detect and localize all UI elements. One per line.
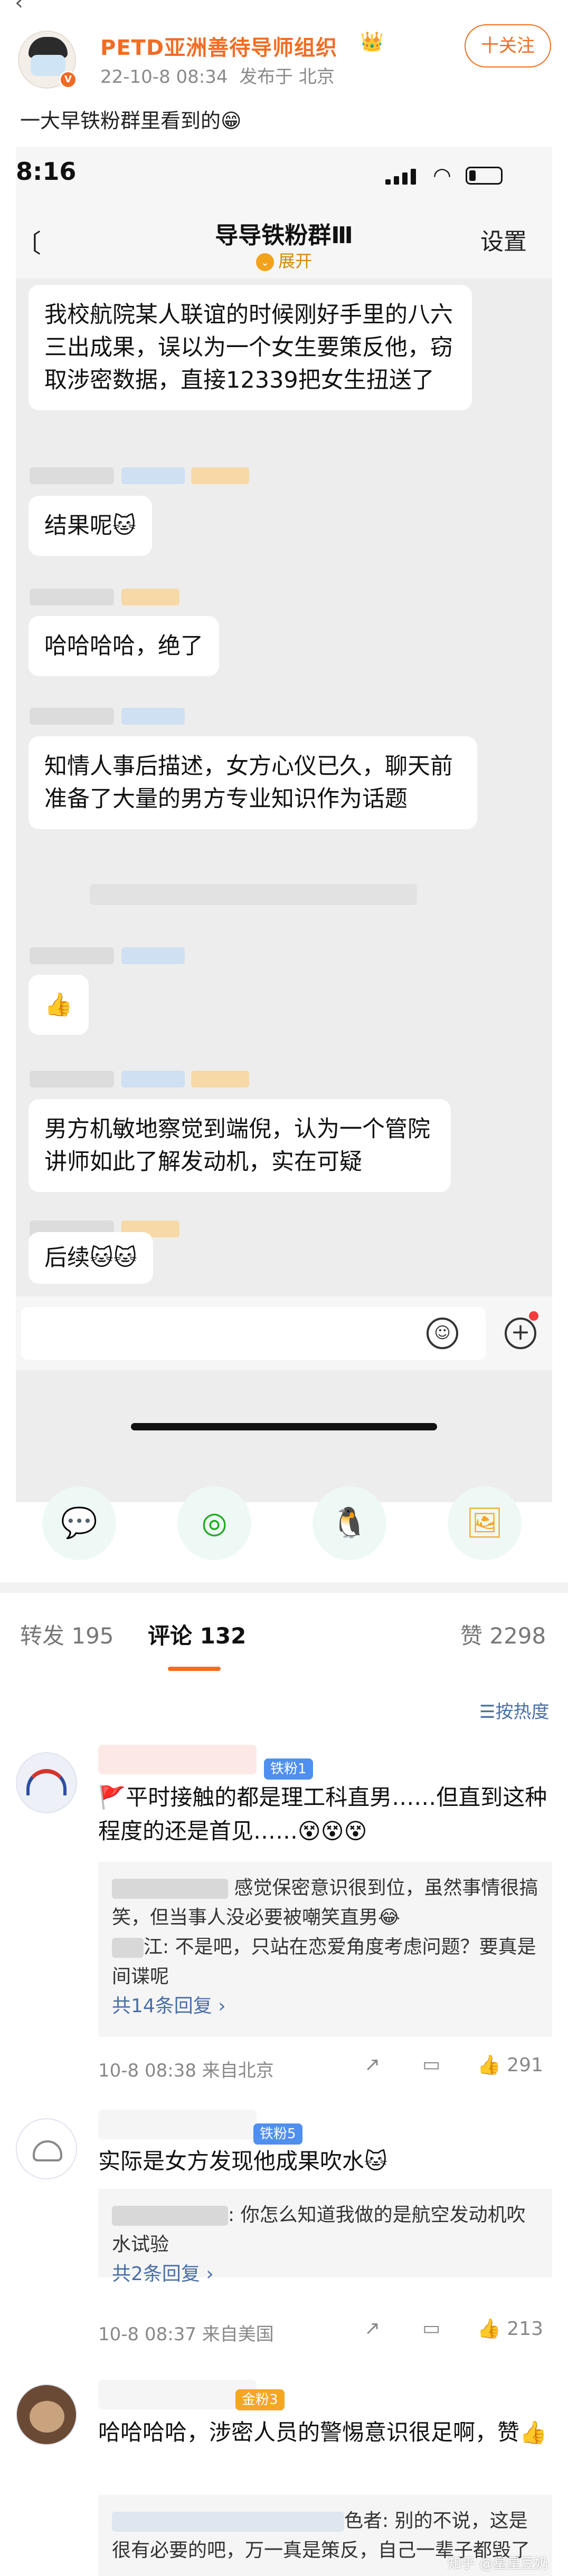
reply-author-blurred (112, 2206, 228, 2226)
expand-label: 展开 (278, 251, 312, 271)
sender-name-blurred (30, 947, 114, 964)
sender-name-blurred (30, 708, 114, 725)
chat-message: 知情人事后描述，女方心仪已久，聊天前准备了大量的男方专业知识作为话题 (29, 736, 477, 829)
sender-tag-blurred (191, 1071, 249, 1088)
group-title[interactable]: 导导铁粉群Ⅲ (16, 216, 552, 250)
commenter-name-blurred[interactable] (98, 1745, 257, 1774)
sender-tag-blurred (121, 947, 185, 964)
plus-icon[interactable]: + (505, 1318, 536, 1349)
tab-repost[interactable]: 转发 195 (20, 1618, 114, 1650)
chat-input-bar: ☺ + (16, 1296, 552, 1370)
reply-icon[interactable]: ▭ (422, 2054, 440, 2075)
crown-icon: 👑 (360, 31, 384, 53)
sender-tag-blurred (121, 708, 185, 725)
reply-box[interactable]: 感觉保密意识很到位，虽然事情很搞笑，但当事人没必要被嘲笑直男😂 江: 不是吧，只… (98, 1862, 552, 2037)
chat-input[interactable] (21, 1307, 486, 1360)
avatar-dog-face (30, 2401, 64, 2433)
commenter-name-blurred[interactable] (98, 2110, 257, 2139)
wifi-icon: ◠ (433, 164, 451, 188)
signal-icon (385, 168, 417, 185)
sender-name-blurred (30, 1071, 114, 1088)
watermark: 知乎 @星星豆奶 (448, 2556, 548, 2572)
sender-tag-blurred (191, 467, 249, 484)
moments-icon[interactable]: ◎ (177, 1486, 251, 1560)
avatar-cat-outline (33, 2140, 62, 2161)
save-image-icon[interactable]: 🖼 (448, 1486, 522, 1560)
fan-badge: 金粉3 (235, 2389, 285, 2410)
share-icon[interactable]: ↗ (364, 2318, 380, 2339)
comment-meta: 10-8 08:37 来自美国 (98, 2324, 274, 2345)
back-arrow-icon[interactable]: ‹ (15, 0, 23, 15)
chat-navbar: 〔 导导铁粉群Ⅲ ⌄ 展开 设置 (16, 199, 552, 278)
qq-icon[interactable]: 🐧 (313, 1486, 386, 1560)
sender-tag-blurred (121, 467, 185, 484)
commenter-avatar[interactable] (16, 1752, 77, 1813)
commenter-avatar[interactable] (16, 2118, 77, 2179)
chat-message: 后续🐱🐱 (29, 1232, 153, 1284)
chat-message: 👍 (29, 975, 89, 1035)
chat-message: 结果呢🐱 (29, 496, 152, 556)
avatar-emblem (26, 1769, 67, 1795)
reply-author-blurred (112, 1938, 144, 1958)
like-button[interactable]: 👍 291 (477, 2054, 543, 2076)
chat-message: 我校航院某人联谊的时候刚好手里的八六三出成果，误以为一个女生要策反他，窃取涉密数… (29, 285, 472, 410)
commenter-name-blurred[interactable] (98, 2380, 257, 2409)
share-icon[interactable]: ↗ (364, 2054, 380, 2075)
tab-likes[interactable]: 赞 2298 (460, 1618, 546, 1650)
notification-dot (529, 1311, 538, 1321)
comment-text: 🚩平时接触的都是理工科直男……但直到这种程度的还是首见……😵😵😵 (98, 1784, 547, 1844)
verified-badge-icon: V (59, 71, 77, 89)
system-message-blurred (90, 884, 417, 905)
post-meta: 22-10-8 08:34 发布于 北京 (100, 62, 335, 88)
like-icon: 👍 (477, 2318, 501, 2340)
tab-active-indicator (168, 1667, 221, 1671)
more-replies-link[interactable]: 共14条回复 › (112, 1995, 226, 2017)
comment-text: 哈哈哈哈，涉密人员的警惕意识很足啊，赞👍 (98, 2419, 547, 2445)
wechat-icon[interactable]: 💬 (42, 1486, 116, 1560)
commenter-avatar[interactable] (16, 2384, 77, 2445)
sender-tag-blurred (121, 1071, 185, 1088)
emoji-icon[interactable]: ☺ (427, 1318, 458, 1349)
fan-badge: 铁粉1 (264, 1758, 313, 1780)
sort-hot-button[interactable]: ☰按热度 (479, 1697, 549, 1723)
comment-meta: 10-8 08:38 来自北京 (98, 2060, 274, 2081)
post-text: 一大早铁粉群里看到的😁 (20, 109, 242, 132)
sender-name-blurred (30, 589, 114, 605)
battery-icon (466, 167, 503, 185)
more-replies-link[interactable]: 共2条回复 › (112, 2263, 214, 2285)
post-date: 22-10-8 08:34 (100, 66, 228, 88)
post-header: ‹ V PETD亚洲善待导师组织 👑 22-10-8 08:34 发布于 北京 … (0, 0, 568, 142)
avatar-mask (31, 55, 65, 76)
like-icon: 👍 (477, 2054, 501, 2076)
chat-screenshot: 8:16 ◠ 〔 导导铁粉群Ⅲ ⌄ 展开 设置 我校航院某人联谊的时候刚好手里的八… (16, 147, 552, 1502)
sender-tag-blurred (121, 589, 179, 605)
reply-author-blurred (112, 1879, 228, 1899)
author-name[interactable]: PETD亚洲善待导师组织 (100, 31, 337, 61)
post-source: 发布于 北京 (239, 66, 335, 88)
reply-icon[interactable]: ▭ (422, 2318, 440, 2339)
chat-message: 男方机敏地察觉到端倪，认为一个管院讲师如此了解发动机，实在可疑 (29, 1099, 451, 1192)
reply-box[interactable]: : 你怎么知道我做的是航空发动机吹水试验 共2条回复 › (98, 2189, 552, 2285)
comment-text: 实际是女方发现他成果吹水🐱 (98, 2148, 387, 2174)
expand-toggle[interactable]: ⌄ 展开 (16, 248, 552, 272)
status-time: 8:16 (16, 157, 77, 186)
fan-badge: 铁粉5 (253, 2123, 302, 2145)
settings-button[interactable]: 设置 (480, 223, 527, 256)
sender-name-blurred (30, 467, 114, 484)
section-divider (0, 1582, 568, 1593)
like-button[interactable]: 👍 213 (477, 2318, 543, 2340)
home-indicator (131, 1423, 437, 1430)
chat-message: 哈哈哈哈，绝了 (29, 616, 219, 676)
reply-text: 江: 不是吧，只站在恋爱角度考虑问题？要真是间谍呢 (112, 1936, 536, 1987)
tab-comments[interactable]: 评论 132 (148, 1618, 246, 1650)
follow-button[interactable]: 十关注 (465, 24, 551, 68)
reply-author-blurred (112, 2512, 344, 2532)
like-count: 291 (507, 2054, 543, 2076)
like-count: 213 (507, 2318, 543, 2340)
expand-chevron-icon: ⌄ (255, 253, 274, 271)
